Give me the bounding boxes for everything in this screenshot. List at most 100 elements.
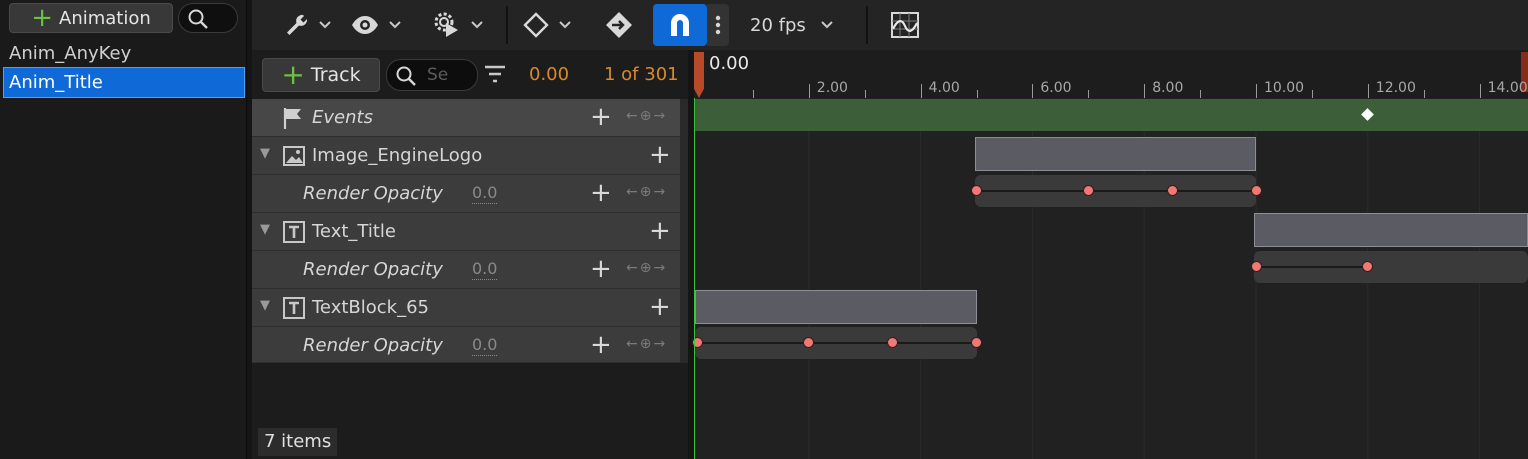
add-track-plus-icon[interactable]: + — [649, 292, 671, 322]
ruler-label: 4.00 — [928, 80, 960, 96]
ruler-tick — [808, 84, 810, 98]
search-icon — [396, 66, 416, 86]
playhead-time-label: 0.00 — [709, 53, 750, 74]
expand-arrow-icon[interactable]: ▼ — [260, 298, 270, 313]
magnet-icon — [671, 14, 689, 36]
playback-options-dropdown[interactable] — [432, 6, 484, 44]
ruler-label: 2.00 — [816, 80, 848, 96]
ruler-tick — [1088, 90, 1090, 98]
add-animation-button[interactable]: + Animation — [9, 3, 173, 33]
filter-icon[interactable] — [484, 64, 506, 84]
add-track-button[interactable]: + Track — [262, 58, 380, 92]
track-row-text-title[interactable]: ▼ Text_Title + — [252, 213, 680, 251]
more-vertical-icon — [715, 15, 721, 35]
search-icon — [188, 9, 208, 29]
event-track-lane[interactable] — [694, 99, 1528, 131]
ruler-tick — [864, 90, 866, 98]
key-options-dropdown[interactable] — [522, 6, 572, 44]
track-label: Render Opacity — [303, 259, 443, 280]
eye-icon — [352, 16, 378, 34]
text-widget-icon — [283, 221, 305, 243]
ruler-label: 6.00 — [1040, 80, 1072, 96]
ruler-tick — [1479, 84, 1481, 98]
ruler-tick — [920, 84, 922, 98]
ruler-tick — [1144, 84, 1146, 98]
ruler-tick — [1032, 84, 1034, 98]
animation-item-anim-title[interactable]: Anim_Title — [3, 67, 245, 98]
track-label: Render Opacity — [303, 183, 443, 204]
ruler-tick — [976, 90, 978, 98]
toolbar-separator — [866, 6, 868, 44]
playhead-line — [694, 98, 695, 459]
ruler-tick — [1311, 90, 1313, 98]
track-row-render-opacity[interactable]: Render Opacity 0.0 + ←⊕→ — [252, 251, 680, 289]
track-row-textblock-65[interactable]: ▼ TextBlock_65 + — [252, 289, 680, 327]
item-count-status: 7 items — [258, 428, 338, 456]
text-widget-icon — [283, 297, 305, 319]
view-options-dropdown[interactable] — [350, 6, 402, 44]
chevron-down-icon — [471, 21, 483, 29]
track-search-input[interactable]: Se — [386, 59, 478, 91]
plus-icon: + — [31, 3, 53, 33]
track-row-image-enginelogo[interactable]: ▼ Image_EngineLogo + — [252, 137, 680, 175]
frame-rate-dropdown[interactable]: 20 fps — [750, 6, 834, 44]
track-row-render-opacity[interactable]: Render Opacity 0.0 + ←⊕→ — [252, 175, 680, 213]
key-navigation-icon[interactable]: ←⊕→ — [626, 108, 667, 124]
animation-item-anim-anykey[interactable]: Anim_AnyKey — [4, 39, 244, 68]
chevron-down-icon — [389, 21, 401, 29]
frame-rate-label: 20 fps — [750, 14, 806, 36]
key-navigation-icon[interactable]: ←⊕→ — [626, 184, 667, 200]
expand-arrow-icon[interactable]: ▼ — [260, 146, 270, 161]
render-opacity-value[interactable]: 0.0 — [472, 259, 498, 280]
key-navigation-icon[interactable]: ←⊕→ — [626, 336, 667, 352]
expand-arrow-icon[interactable]: ▼ — [260, 222, 270, 237]
toolbar-separator — [506, 6, 508, 44]
chevron-down-icon — [821, 21, 833, 29]
current-time-field[interactable]: 0.00 — [529, 64, 569, 85]
sequencer-toolbar: 20 fps — [252, 0, 1528, 50]
chevron-down-icon — [319, 21, 331, 29]
settings-dropdown[interactable] — [284, 6, 332, 44]
add-key-plus-icon[interactable]: + — [590, 254, 612, 284]
render-opacity-value[interactable]: 0.0 — [472, 183, 498, 204]
ruler-label: 14.00 — [1487, 80, 1528, 96]
snapping-options-menu[interactable] — [707, 4, 729, 46]
curve-editor-button[interactable] — [890, 6, 920, 44]
ruler-label: 10.00 — [1264, 80, 1305, 96]
track-row-events[interactable]: Events + ←⊕→ — [252, 99, 680, 137]
render-opacity-value[interactable]: 0.0 — [472, 335, 498, 356]
ruler-label: 12.00 — [1375, 80, 1416, 96]
track-list-scrollbar[interactable] — [680, 99, 688, 363]
plus-icon: + — [281, 58, 305, 91]
chevron-down-icon — [559, 21, 571, 29]
ruler-tick — [1200, 90, 1202, 98]
ruler-tick — [1423, 90, 1425, 98]
playhead-handle[interactable] — [694, 52, 704, 98]
animation-search-input[interactable] — [178, 3, 238, 33]
curve-editor-icon — [891, 12, 919, 38]
ruler-label: 8.00 — [1152, 80, 1184, 96]
track-label: Render Opacity — [303, 335, 443, 356]
snapping-toggle[interactable] — [653, 4, 707, 46]
frame-counter: 1 of 301 — [604, 64, 679, 85]
ruler-tick — [1256, 84, 1257, 98]
add-track-plus-icon[interactable]: + — [649, 216, 671, 246]
track-label: Events — [312, 107, 373, 128]
image-widget-icon — [283, 146, 305, 166]
keyframe-diamond-icon — [523, 12, 549, 38]
add-track-plus-icon[interactable]: + — [649, 140, 671, 170]
track-row-render-opacity[interactable]: Render Opacity 0.0 + ←⊕→ — [252, 327, 680, 363]
add-animation-label: Animation — [59, 7, 151, 29]
add-key-plus-icon[interactable]: + — [590, 178, 612, 208]
ruler-tick — [752, 90, 754, 98]
add-track-label: Track — [310, 64, 361, 86]
playback-gear-icon — [434, 12, 458, 37]
key-navigation-icon[interactable]: ←⊕→ — [626, 260, 667, 276]
add-key-plus-icon[interactable]: + — [590, 330, 612, 360]
add-key-plus-icon[interactable]: + — [590, 102, 612, 132]
tracks-header: + Track Se 0.00 1 of 301 — [252, 50, 688, 99]
track-label: TextBlock_65 — [312, 297, 429, 318]
track-label: Image_EngineLogo — [312, 145, 483, 166]
auto-key-button[interactable] — [604, 6, 634, 44]
animations-panel: + Animation Anim_AnyKey Anim_Title — [0, 0, 247, 459]
